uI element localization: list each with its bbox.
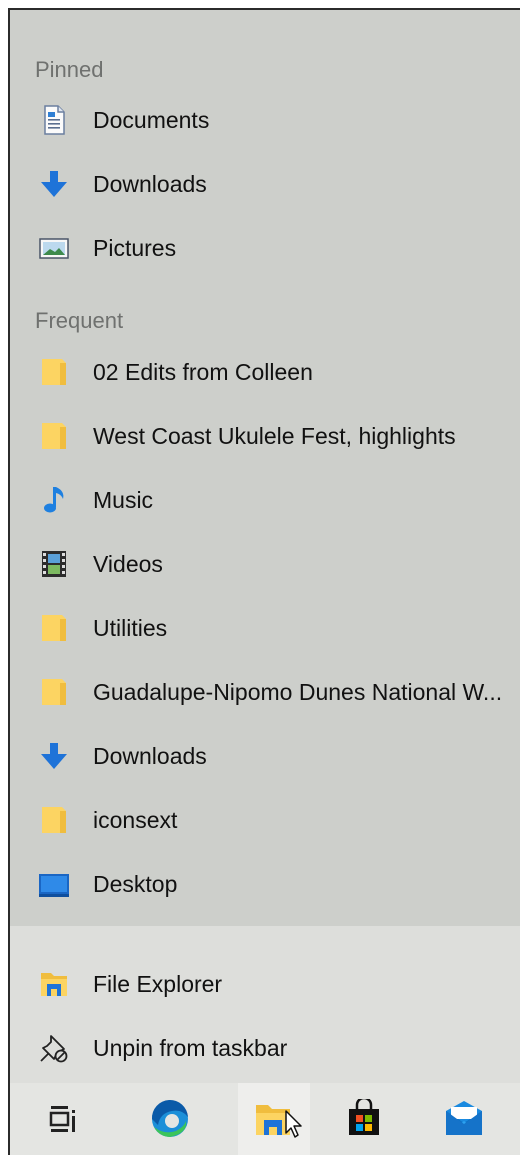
frequent-item-label: Utilities — [93, 615, 168, 641]
pictures-icon — [39, 238, 69, 259]
unpin-icon — [40, 1035, 68, 1063]
file-explorer-button[interactable] — [238, 1083, 310, 1155]
frequent-item-label: West Coast Ukulele Fest, highlights — [93, 423, 456, 449]
task-unpin[interactable]: Unpin from taskbar — [10, 1016, 520, 1080]
frequent-item[interactable]: 02 Edits from Colleen — [10, 340, 520, 404]
frequent-item-label: 02 Edits from Colleen — [93, 359, 313, 385]
downloads-icon — [41, 743, 67, 769]
frequent-item-label: Music — [93, 487, 154, 513]
folder-icon — [42, 615, 66, 641]
frequent-header: Frequent — [35, 308, 124, 333]
pinned-item-pictures[interactable]: Pictures — [10, 216, 520, 280]
frequent-item[interactable]: Guadalupe-Nipomo Dunes National W... — [10, 660, 520, 724]
file-explorer-icon — [256, 1105, 302, 1138]
task-file-explorer[interactable]: File Explorer — [10, 952, 520, 1016]
folder-icon — [42, 679, 66, 705]
mail-icon — [446, 1101, 482, 1135]
frequent-item[interactable]: Utilities — [10, 596, 520, 660]
downloads-icon — [41, 171, 67, 197]
jump-list-items: Pinned Documents Downloads Pictures Freq… — [10, 10, 520, 926]
mail-button[interactable] — [428, 1083, 500, 1155]
jump-list-tasks: File Explorer Unpin from taskbar — [10, 926, 520, 1083]
frequent-item-label: Desktop — [93, 871, 178, 897]
folder-icon — [42, 359, 66, 385]
pinned-header: Pinned — [35, 57, 104, 82]
music-icon — [44, 487, 64, 513]
edge-button[interactable] — [134, 1083, 206, 1155]
pinned-item-downloads[interactable]: Downloads — [10, 152, 520, 216]
task-view-button[interactable] — [27, 1083, 99, 1155]
task-label: File Explorer — [93, 971, 223, 997]
frequent-item[interactable]: Music — [10, 468, 520, 532]
frequent-item[interactable]: West Coast Ukulele Fest, highlights — [10, 404, 520, 468]
pinned-item-documents[interactable]: Documents — [10, 88, 520, 152]
videos-icon — [42, 551, 66, 577]
folder-icon — [42, 423, 66, 449]
microsoft-store-button[interactable] — [328, 1083, 400, 1155]
task-label: Unpin from taskbar — [93, 1035, 288, 1061]
task-view-icon — [49, 1106, 75, 1132]
folder-icon — [42, 807, 66, 833]
frequent-item-label: Videos — [93, 551, 163, 577]
desktop-icon — [39, 874, 69, 897]
pinned-item-label: Documents — [93, 107, 210, 133]
jump-list: Pinned Documents Downloads Pictures Freq… — [8, 8, 520, 1083]
edge-icon — [151, 1099, 188, 1137]
frequent-item[interactable]: iconsext — [10, 788, 520, 852]
file-explorer-icon — [41, 973, 67, 996]
documents-icon — [44, 105, 65, 135]
store-icon — [349, 1099, 379, 1135]
frequent-item[interactable]: Videos — [10, 532, 520, 596]
pinned-item-label: Downloads — [93, 171, 207, 197]
frequent-item-label: iconsext — [93, 807, 178, 833]
pinned-item-label: Pictures — [93, 235, 177, 261]
frequent-item[interactable]: Downloads — [10, 724, 520, 788]
frequent-item-label: Guadalupe-Nipomo Dunes National W... — [93, 679, 503, 705]
taskbar — [8, 1083, 520, 1155]
frequent-item-label: Downloads — [93, 743, 207, 769]
frequent-item[interactable]: Desktop — [10, 852, 520, 916]
